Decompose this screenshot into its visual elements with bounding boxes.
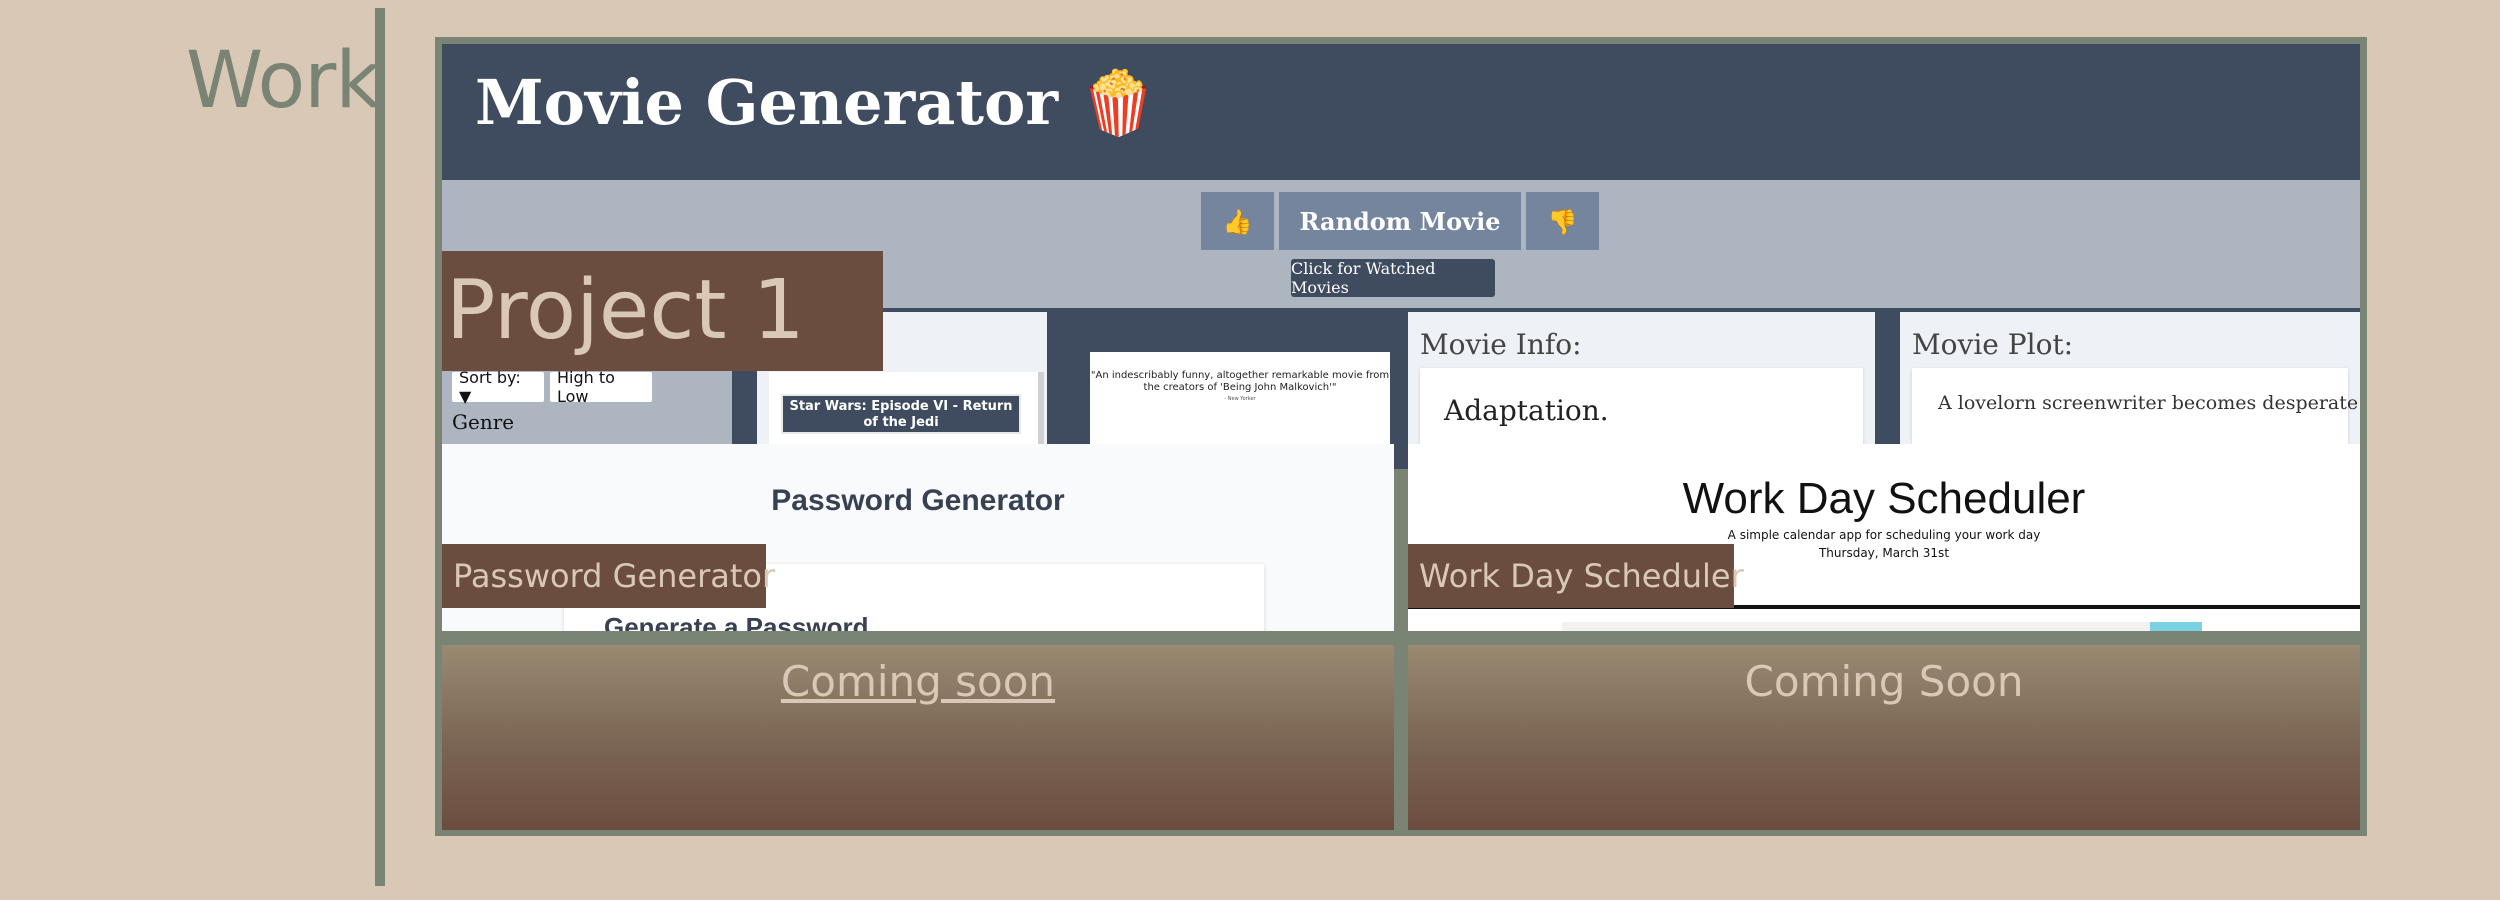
like-button: 👍 <box>1201 192 1274 250</box>
project-card-password-generator[interactable]: Password Generator Generate a Password P… <box>442 444 1394 631</box>
sort-by-select: Sort by: ▼ <box>452 368 544 406</box>
project-label-scheduler[interactable]: Work Day Scheduler <box>1408 544 1744 608</box>
project-label-password[interactable]: Password Generator <box>442 544 775 608</box>
password-card-title: Generate a Password <box>604 612 869 631</box>
scheduler-app-title: Work Day Scheduler <box>1682 474 2086 523</box>
project-card-coming-soon-1[interactable]: Coming soon <box>442 645 1394 830</box>
scheduler-time-row <box>1562 622 2202 631</box>
movie-app-title: Movie Generator 🍿 <box>475 66 1157 139</box>
projects-grid: Movie Generator 🍿 👍 Random Movie 👎 Click… <box>435 37 2367 836</box>
scheduler-subtitle: A simple calendar app for scheduling you… <box>1727 528 2041 542</box>
project-card-work-day-scheduler[interactable]: Work Day Scheduler A simple calendar app… <box>1408 444 2360 631</box>
poster-quote: "An indescribably funny, altogether rema… <box>1090 370 1390 393</box>
coming-soon-link[interactable]: Coming soon <box>442 657 1394 706</box>
movie-plot-text: A lovelorn screenwriter becomes desperat… <box>1938 392 2360 414</box>
scheduler-save-button <box>2150 622 2202 631</box>
project-card-coming-soon-2: Coming Soon <box>1408 645 2360 830</box>
movie-info-heading: Movie Info: <box>1420 328 1582 361</box>
sort-order-select: High to Low <box>550 368 652 406</box>
movie-plot-heading: Movie Plot: <box>1912 328 2074 361</box>
section-divider <box>375 8 385 886</box>
coming-soon-text: Coming Soon <box>1744 657 2024 706</box>
genre-label: Genre <box>452 410 515 434</box>
watched-movies-button: Click for Watched Movies <box>1291 259 1495 297</box>
movie-header: Movie Generator 🍿 <box>442 44 2360 180</box>
movie-list-item: Star Wars: Episode VI - Return of the Je… <box>781 394 1021 434</box>
dislike-button: 👎 <box>1526 192 1599 250</box>
project-label-movie[interactable]: Project 1 <box>442 251 883 371</box>
movie-info-title: Adaptation. <box>1444 394 1609 427</box>
project-card-movie-generator[interactable]: Movie Generator 🍿 👍 Random Movie 👎 Click… <box>442 44 2360 469</box>
section-title: Work <box>186 36 381 126</box>
poster-source: - New Yorker <box>1224 396 1256 402</box>
random-movie-button: Random Movie <box>1279 192 1521 250</box>
password-app-title: Password Generator <box>771 484 1065 517</box>
